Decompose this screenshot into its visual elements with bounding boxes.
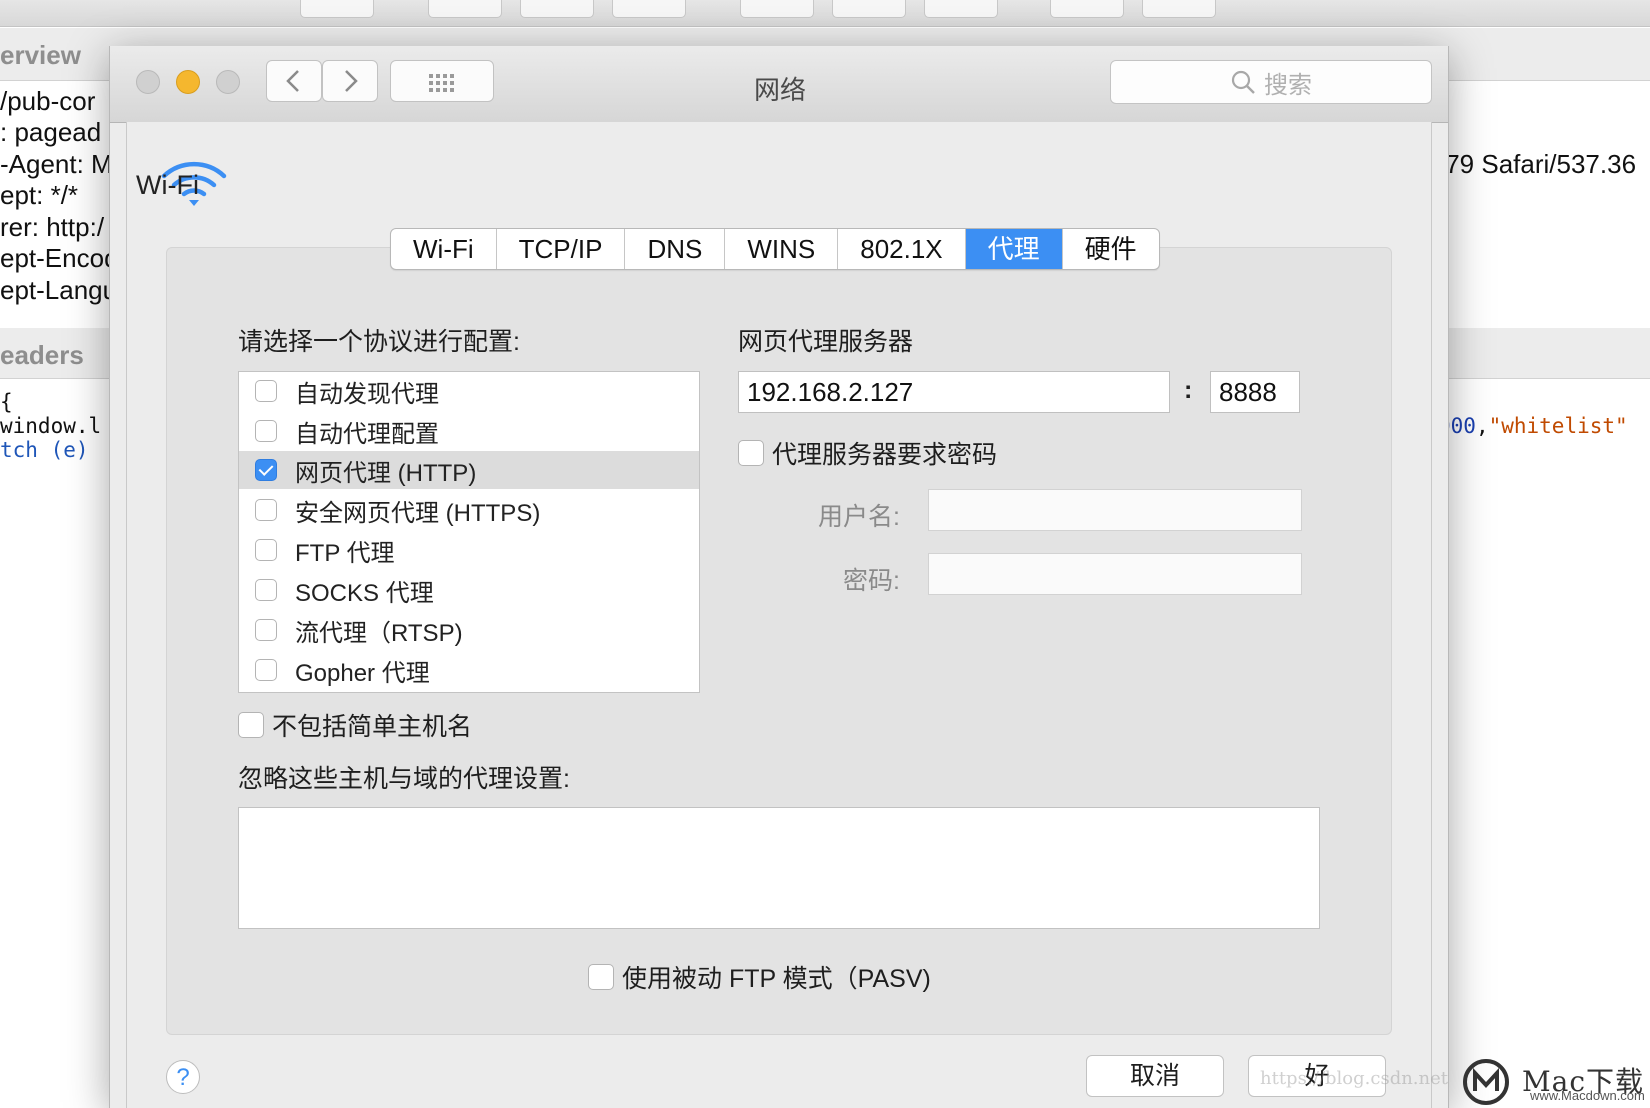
background-code-line: window.l: [0, 414, 102, 438]
cancel-button[interactable]: 取消: [1086, 1055, 1224, 1097]
proxy-port-field[interactable]: 8888: [1210, 371, 1300, 413]
protocol-row-socks[interactable]: SOCKS 代理: [239, 571, 699, 609]
protocol-checkbox[interactable]: [255, 420, 277, 442]
background-request-line: ept-Langu: [0, 275, 118, 305]
username-label: 用户名:: [818, 503, 900, 531]
background-toolbar: [0, 0, 1650, 27]
background-toolbar-button[interactable]: [1050, 0, 1124, 18]
tab-proxies[interactable]: 代理: [965, 229, 1063, 269]
protocol-row-http[interactable]: 网页代理 (HTTP): [239, 451, 699, 489]
zoom-window-button[interactable]: [216, 70, 240, 94]
protocol-checkbox[interactable]: [255, 659, 277, 681]
background-request-line: ept: */*: [0, 180, 79, 210]
show-all-button[interactable]: [390, 60, 494, 102]
protocol-label: Gopher 代理: [295, 659, 430, 687]
protocol-row-rtsp[interactable]: 流代理（RTSP): [239, 611, 699, 649]
protocol-checkbox[interactable]: [255, 380, 277, 402]
protocol-checkbox[interactable]: [255, 499, 277, 521]
background-code-tail: 000,"whitelist": [1438, 414, 1628, 438]
search-placeholder: 搜索: [1264, 71, 1312, 99]
chevron-right-icon: [345, 70, 358, 92]
background-toolbar-button[interactable]: [924, 0, 998, 18]
interface-name: Wi-Fi: [136, 170, 199, 200]
password-label: 密码:: [843, 567, 900, 595]
background-request-line: -Agent: M: [0, 149, 113, 179]
window-title: 网络: [753, 75, 806, 105]
proxy-server-field[interactable]: 192.168.2.127: [738, 371, 1170, 413]
tab-8021x[interactable]: 802.1X: [838, 229, 966, 269]
background-code-line: tch (e): [0, 438, 89, 462]
passive-ftp-label: 使用被动 FTP 模式（PASV): [622, 965, 931, 993]
passive-ftp-option[interactable]: 使用被动 FTP 模式（PASV): [588, 959, 931, 995]
bypass-heading: 忽略这些主机与域的代理设置:: [238, 765, 570, 793]
protocol-row-ftp[interactable]: FTP 代理: [239, 531, 699, 569]
background-request-line: rer: http:/: [0, 212, 105, 242]
help-button[interactable]: ?: [166, 1060, 200, 1094]
exclude-simple-hostnames-checkbox[interactable]: [238, 712, 264, 738]
background-toolbar-button[interactable]: [740, 0, 814, 18]
protocol-heading: 请选择一个协议进行配置:: [238, 328, 520, 356]
csdn-watermark: https://blog.csdn.net: [1260, 1068, 1449, 1089]
protocol-row-auto-config[interactable]: 自动代理配置: [239, 412, 699, 450]
close-window-button[interactable]: [136, 70, 160, 94]
tab-wifi[interactable]: Wi-Fi: [391, 229, 497, 269]
password-field[interactable]: [928, 553, 1302, 595]
back-button[interactable]: [266, 60, 322, 102]
grid-icon: [429, 74, 454, 92]
protocol-list: 自动发现代理 自动代理配置 网页代理 (HTTP) 安全网页代理 (HTTPS)…: [238, 371, 700, 693]
background-code-string: "whitelist": [1488, 414, 1628, 438]
background-request-line: /pub-cor: [0, 86, 96, 116]
macdown-logo-icon: [1463, 1059, 1509, 1105]
background-toolbar-button[interactable]: [832, 0, 906, 18]
exclude-simple-hostnames-label: 不包括简单主机名: [272, 713, 473, 741]
background-user-agent-tail: .79 Safari/537.36: [1438, 149, 1637, 179]
password-required-label: 代理服务器要求密码: [772, 441, 998, 469]
protocol-row-gopher[interactable]: Gopher 代理: [239, 651, 699, 689]
tab-tcpip[interactable]: TCP/IP: [497, 229, 626, 269]
protocol-label: 安全网页代理 (HTTPS): [295, 499, 541, 527]
protocol-checkbox-checked[interactable]: [255, 459, 277, 481]
tab-wins[interactable]: WINS: [725, 229, 839, 269]
background-request-line: ept-Encod: [0, 243, 119, 273]
protocol-label: SOCKS 代理: [295, 579, 434, 607]
passive-ftp-checkbox[interactable]: [588, 964, 614, 990]
background-section-headers[interactable]: eaders: [0, 340, 84, 371]
chevron-left-icon: [286, 70, 299, 92]
background-code-line: {: [0, 390, 13, 414]
protocol-row-auto-discovery[interactable]: 自动发现代理: [239, 372, 699, 410]
search-field[interactable]: 搜索: [1110, 60, 1432, 104]
protocol-checkbox[interactable]: [255, 619, 277, 641]
settings-tabs: Wi-Fi TCP/IP DNS WINS 802.1X 代理 硬件: [390, 228, 1160, 270]
bypass-hosts-textarea[interactable]: [238, 807, 1320, 929]
background-toolbar-button[interactable]: [300, 0, 374, 18]
protocol-row-https[interactable]: 安全网页代理 (HTTPS): [239, 491, 699, 529]
minimize-window-button[interactable]: [176, 70, 200, 94]
background-section-overview[interactable]: erview: [0, 40, 81, 71]
protocol-label: 自动发现代理: [295, 380, 439, 408]
password-required-option[interactable]: 代理服务器要求密码: [738, 435, 997, 471]
protocol-label: 自动代理配置: [295, 420, 439, 448]
username-field[interactable]: [928, 489, 1302, 531]
protocol-label: 流代理（RTSP): [295, 619, 463, 647]
background-request-line: : pagead: [0, 117, 102, 147]
server-heading: 网页代理服务器: [738, 328, 914, 356]
forward-button[interactable]: [322, 60, 378, 102]
background-toolbar-button[interactable]: [612, 0, 686, 18]
background-toolbar-button[interactable]: [428, 0, 502, 18]
tab-hardware[interactable]: 硬件: [1063, 229, 1159, 269]
background-toolbar-button[interactable]: [1142, 0, 1216, 18]
search-icon: [1231, 70, 1255, 94]
background-toolbar-button[interactable]: [520, 0, 594, 18]
port-separator: :: [1184, 376, 1193, 404]
protocol-checkbox[interactable]: [255, 539, 277, 561]
protocol-label: FTP 代理: [295, 539, 395, 567]
window-titlebar: 网络 搜索: [110, 46, 1448, 123]
tab-dns[interactable]: DNS: [625, 229, 726, 269]
password-required-checkbox[interactable]: [738, 440, 764, 466]
exclude-simple-hostnames-option[interactable]: 不包括简单主机名: [238, 707, 472, 743]
protocol-label: 网页代理 (HTTP): [295, 459, 477, 487]
macdown-logo-url: www.Macdown.com: [1530, 1088, 1645, 1103]
protocol-checkbox[interactable]: [255, 579, 277, 601]
